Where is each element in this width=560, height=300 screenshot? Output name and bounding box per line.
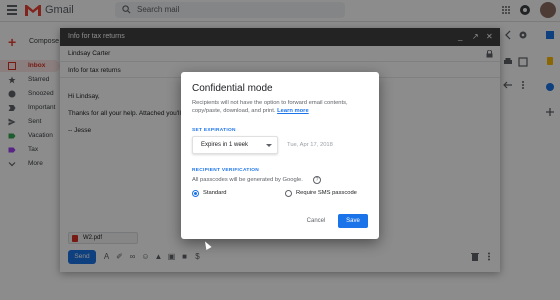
cancel-button[interactable]: Cancel (301, 215, 331, 228)
dialog-description: Recipients will not have the option to f… (192, 99, 372, 115)
dialog-title: Confidential mode (192, 83, 273, 94)
expiration-section-label: SET EXPIRATION (192, 128, 236, 133)
verification-section-label: RECIPIENT VERIFICATION (192, 168, 260, 173)
expiration-value: Expires in 1 week (201, 142, 249, 148)
standard-radio-label[interactable]: Standard (203, 190, 227, 196)
sms-passcode-radio[interactable] (285, 190, 292, 197)
standard-radio[interactable] (192, 190, 199, 197)
help-icon[interactable]: ? (313, 176, 321, 184)
verification-description: All passcodes will be generated by Googl… (192, 177, 303, 183)
description-text: Recipients will not have the option to f… (192, 100, 348, 114)
expiration-date: Tue, Apr 17, 2018 (287, 142, 333, 148)
confidential-mode-dialog: Confidential mode Recipients will not ha… (181, 72, 379, 239)
learn-more-link[interactable]: Learn more (277, 108, 309, 114)
sms-passcode-radio-label[interactable]: Require SMS passcode (296, 190, 357, 196)
dropdown-arrow-icon (266, 144, 272, 147)
save-button[interactable]: Save (338, 214, 368, 228)
expiration-dropdown[interactable]: Expires in 1 week (192, 136, 278, 154)
